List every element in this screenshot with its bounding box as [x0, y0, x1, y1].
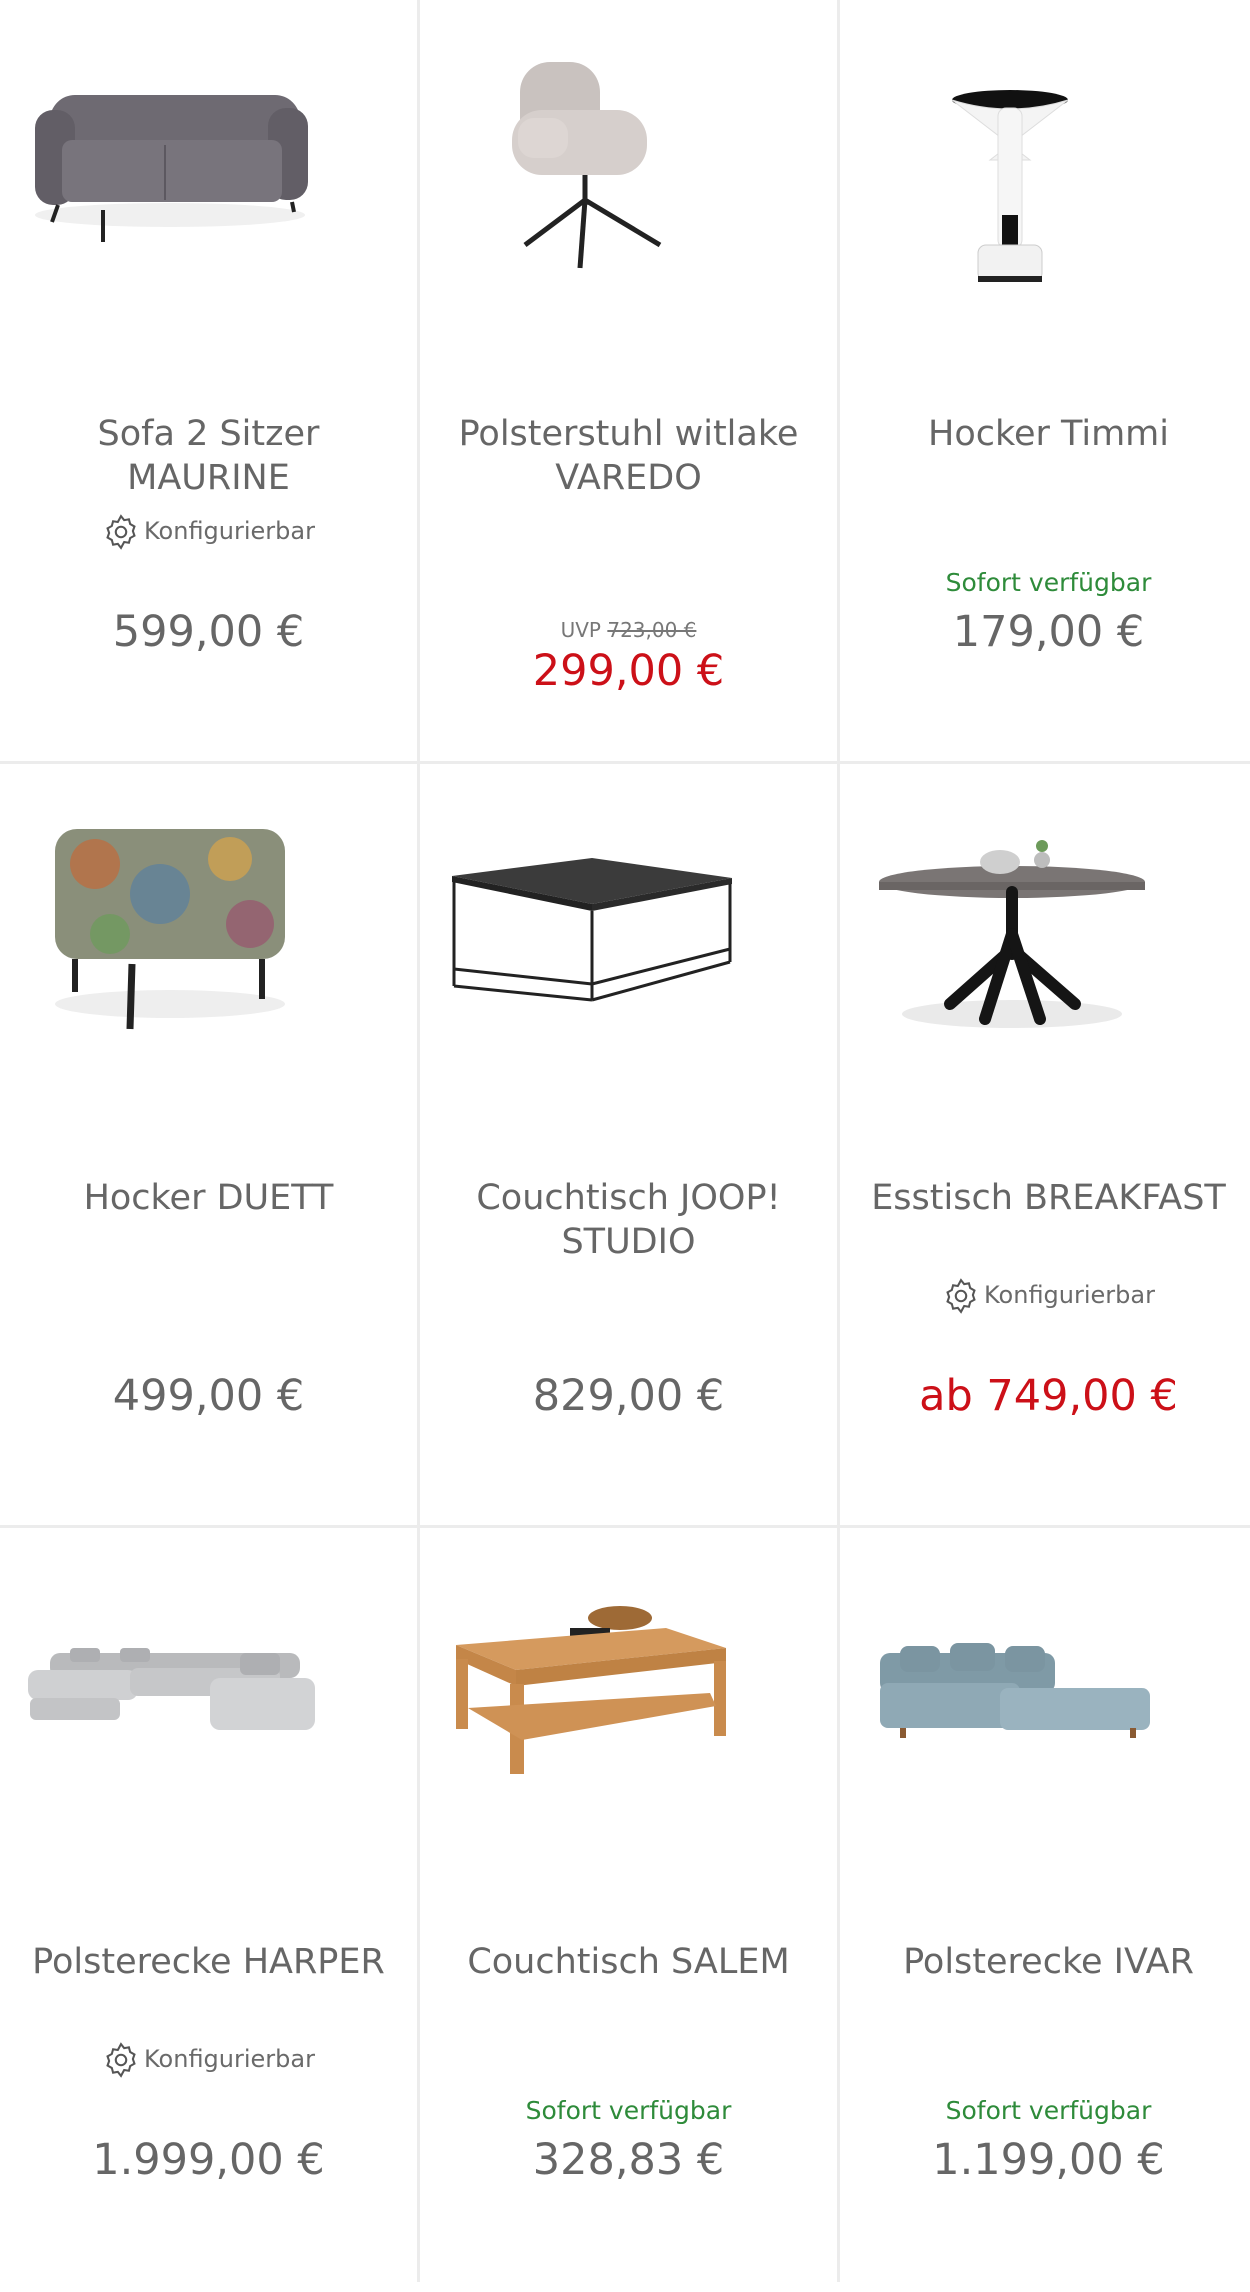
configurable-badge: Konfigurierbar [0, 513, 417, 551]
product-card[interactable]: Hocker Timmi Sofort verfügbar 179,00 € [840, 0, 1250, 764]
product-title[interactable]: Couchtisch JOOP! STUDIO [440, 1176, 817, 1264]
product-price: 1.199,00 € [932, 2135, 1165, 2185]
product-image-sofa[interactable] [0, 0, 417, 380]
availability-status: Sofort verfügbar [945, 2096, 1152, 2125]
gear-icon [942, 1277, 980, 1315]
product-card[interactable]: Sofa 2 Sitzer MAURINE Konfigurierbar 599… [0, 0, 417, 764]
product-title[interactable]: Esstisch BREAKFAST [860, 1176, 1237, 1220]
product-price: 179,00 € [952, 607, 1145, 657]
product-price: 599,00 € [112, 607, 305, 657]
product-price: ab 749,00 € [919, 1371, 1178, 1421]
product-image-corner-sofa[interactable] [0, 1528, 417, 1908]
product-title[interactable]: Couchtisch SALEM [440, 1940, 817, 1984]
product-price: 1.999,00 € [92, 2135, 325, 2185]
configurable-label: Konfigurierbar [144, 517, 315, 545]
product-price: 499,00 € [112, 1371, 305, 1421]
product-image-blue-corner-sofa[interactable] [840, 1528, 1250, 1908]
product-card[interactable]: Polsterecke HARPER Konfigurierbar 1.999,… [0, 1528, 417, 2292]
product-card[interactable]: Hocker DUETT 499,00 € [0, 764, 417, 1528]
product-title[interactable]: Polsterecke HARPER [20, 1940, 397, 1984]
product-image-dining-table[interactable] [840, 764, 1250, 1144]
product-image-coffee-table[interactable] [420, 764, 837, 1144]
product-title[interactable]: Hocker Timmi [860, 412, 1237, 456]
configurable-label: Konfigurierbar [144, 2045, 315, 2073]
product-image-chair[interactable] [420, 0, 837, 380]
product-grid: Sofa 2 Sitzer MAURINE Konfigurierbar 599… [0, 0, 1250, 2282]
product-price: 299,00 € [532, 646, 725, 696]
product-card[interactable]: Couchtisch JOOP! STUDIO 829,00 € [420, 764, 837, 1528]
uvp-old-price: UVP 723,00 € [560, 618, 697, 642]
configurable-badge: Konfigurierbar [840, 1277, 1250, 1315]
product-image-ottoman[interactable] [0, 764, 417, 1144]
configurable-badge: Konfigurierbar [0, 2041, 417, 2079]
product-title[interactable]: Sofa 2 Sitzer MAURINE [20, 412, 397, 500]
availability-status: Sofort verfügbar [945, 568, 1152, 597]
product-image-wood-coffee-table[interactable] [420, 1528, 837, 1908]
product-card[interactable]: Esstisch BREAKFAST Konfigurierbar ab 749… [840, 764, 1250, 1528]
gear-icon [102, 2041, 140, 2079]
product-title[interactable]: Polsterstuhl witlake VAREDO [440, 412, 817, 500]
product-title[interactable]: Polsterecke IVAR [860, 1940, 1237, 1984]
product-image-stool[interactable] [840, 0, 1250, 380]
product-card[interactable]: Polsterstuhl witlake VAREDO UVP 723,00 €… [420, 0, 837, 764]
product-card[interactable]: Couchtisch SALEM Sofort verfügbar 328,83… [420, 1528, 837, 2292]
product-price: 829,00 € [532, 1371, 725, 1421]
product-price: 328,83 € [532, 2135, 725, 2185]
product-title[interactable]: Hocker DUETT [20, 1176, 397, 1220]
configurable-label: Konfigurierbar [984, 1281, 1155, 1309]
gear-icon [102, 513, 140, 551]
product-card[interactable]: Polsterecke IVAR Sofort verfügbar 1.199,… [840, 1528, 1250, 2292]
availability-status: Sofort verfügbar [525, 2096, 732, 2125]
